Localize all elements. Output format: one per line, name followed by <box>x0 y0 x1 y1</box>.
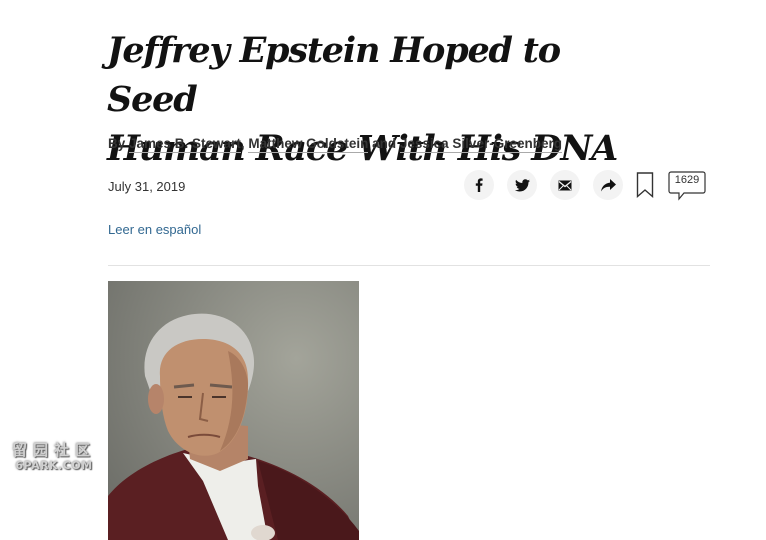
author-link-stewart[interactable]: James B. Stewart <box>129 136 241 153</box>
watermark-domain: 6PARK.COM <box>15 459 93 472</box>
more-share-button[interactable] <box>593 170 623 200</box>
twitter-icon <box>514 178 530 191</box>
header-divider <box>108 265 710 266</box>
author-link-goldstein[interactable]: Matthew Goldstein <box>248 136 369 153</box>
byline: By James B. Stewart, Matthew Goldstein a… <box>108 136 562 153</box>
comment-count: 1629 <box>674 174 700 186</box>
bookmark-icon <box>636 172 654 199</box>
save-article-button[interactable] <box>636 172 654 199</box>
share-icon <box>600 178 616 191</box>
article-photo <box>108 281 359 540</box>
spanish-translation-link[interactable]: Leer en español <box>108 222 201 237</box>
facebook-icon <box>475 178 483 192</box>
facebook-share-button[interactable] <box>464 170 494 200</box>
twitter-share-button[interactable] <box>507 170 537 200</box>
byline-prefix: By <box>108 136 130 151</box>
portrait-illustration <box>108 281 359 540</box>
watermark: 留园社区 6PARK.COM <box>12 441 96 473</box>
author-link-silver-greenberg[interactable]: Jessica Silver-Greenberg <box>399 136 562 153</box>
publish-date: July 31, 2019 <box>108 179 186 194</box>
headline-line-1: Jeffrey Epstein Hoped to Seed <box>107 30 561 120</box>
email-icon <box>558 180 572 190</box>
comments-button[interactable]: 1629 <box>668 171 706 201</box>
watermark-chinese: 留园社区 <box>12 441 97 459</box>
byline-separator: and <box>368 136 400 151</box>
email-share-button[interactable] <box>550 170 580 200</box>
